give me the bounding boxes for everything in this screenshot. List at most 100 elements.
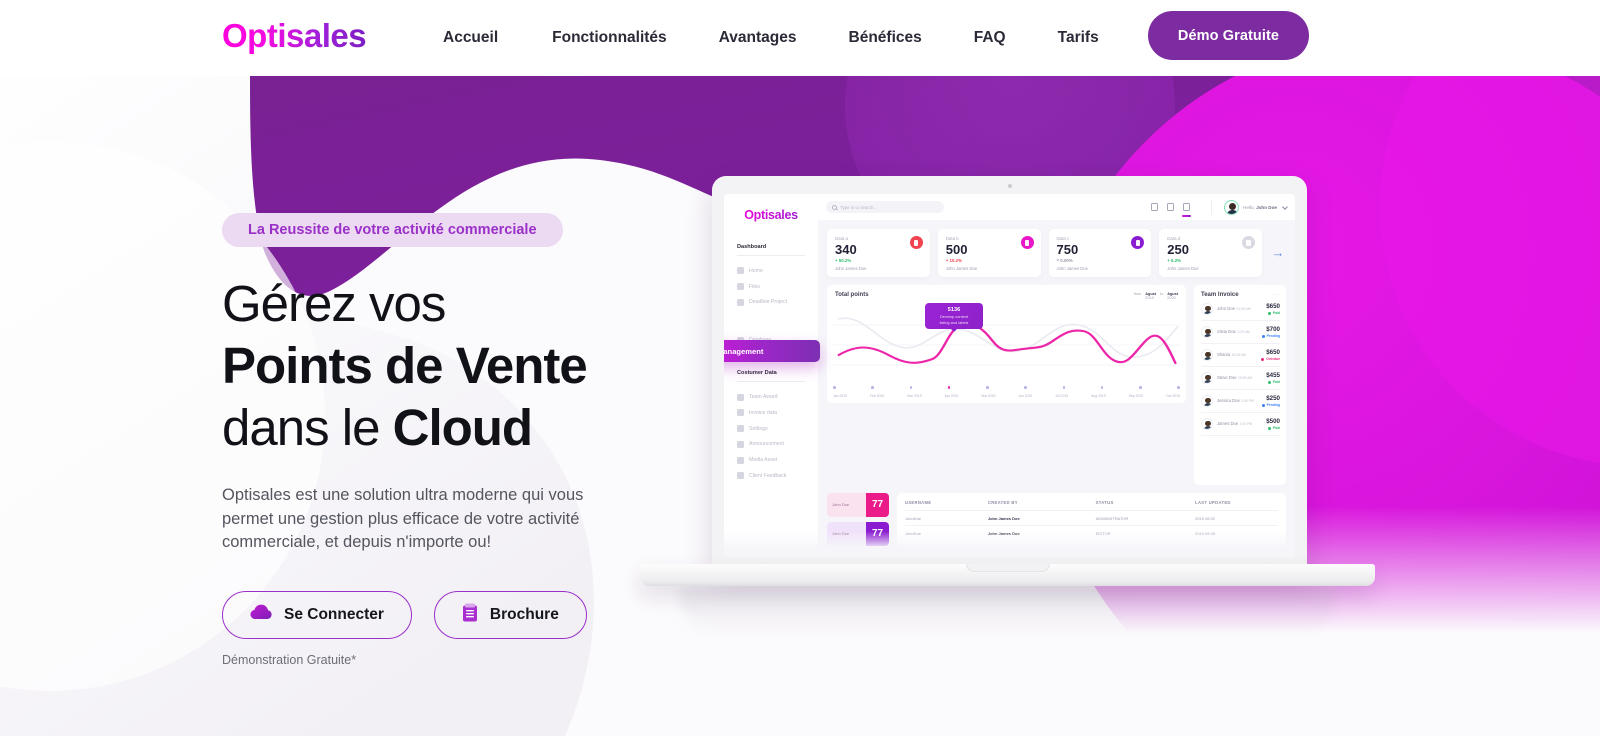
sidebar-section-dashboard: Dashboard	[737, 244, 767, 250]
more-options-icon[interactable]: ···	[1271, 292, 1280, 298]
laptop-shadow	[680, 586, 1335, 636]
invoice-name: John Doe	[1217, 305, 1235, 311]
cell-last-updated: 2019 08 05	[1195, 530, 1216, 536]
mini-card[interactable]: John Doe 77	[827, 492, 889, 517]
status-badge: Pending	[1261, 403, 1280, 407]
search-icon	[832, 204, 837, 210]
invoice-row[interactable]: Shania 10:28 AM $650 Overdue	[1201, 344, 1280, 367]
nav-item-fonctionnalites[interactable]: Fonctionnalités	[552, 23, 667, 53]
nav-item-accueil[interactable]: Accueil	[443, 23, 498, 53]
laptop-notch	[965, 564, 1050, 572]
chart-plot-area	[833, 311, 1180, 383]
sidebar-item-settings[interactable]: Settings	[724, 421, 818, 437]
invoice-row[interactable]: Steve Doe 10:28 AM $455 Paid	[1201, 367, 1280, 390]
topbar-icons: Hello, John Doe	[1151, 199, 1288, 217]
x-tick: Feb 2019	[869, 393, 885, 398]
range-from-label: from	[1133, 291, 1142, 296]
invoice-row[interactable]: Silvia Doe 1:20 AM $700 Pending	[1201, 321, 1280, 344]
invoice-row[interactable]: John Doe 01:00 AM $650 Paid	[1201, 298, 1280, 321]
chart-dot	[1100, 385, 1104, 389]
stat-delta: + 6.2%	[1167, 258, 1182, 263]
sidebar-label: Settings	[749, 425, 768, 432]
sidebar-item-team-award[interactable]: Team Award	[724, 389, 818, 405]
stat-subtitle: John James Doe	[1056, 265, 1088, 271]
chat-icon	[737, 472, 744, 480]
x-tick: Oct 2019	[1166, 393, 1180, 398]
demo-gratuite-button[interactable]: Démo Gratuite	[1148, 11, 1309, 60]
sidebar-label: Home	[749, 267, 763, 274]
dashboard-content: Data a 340 + 50.2% John James Doe Data b	[818, 220, 1295, 557]
invoice-amount-block: $250 Pending	[1261, 395, 1280, 407]
team-invoice-panel: Team Invoice ··· John Doe 01:00 AM $650 …	[1194, 284, 1286, 485]
table-row[interactable]: JohnDoe John James Doe EDITOR 2019 08 05	[905, 524, 1278, 540]
dashboard-user-menu[interactable]: Hello, John Doe	[1211, 199, 1288, 215]
mini-card[interactable]: John Doe 77	[827, 521, 889, 546]
sidebar-active-spacer	[724, 310, 818, 332]
next-cards-arrow-icon[interactable]: →	[1270, 229, 1286, 277]
stat-card[interactable]: Data a 340 + 50.2% John James Doe	[827, 229, 930, 277]
sidebar-item-client-feedback[interactable]: Client Feedback	[724, 468, 818, 484]
demo-note: Démonstration Gratuite*	[222, 652, 357, 667]
sidebar-item-deadline-project[interactable]: Deadline Project	[724, 295, 818, 311]
sidebar-item-files[interactable]: Files	[724, 279, 818, 295]
x-tick: Jul 2019	[1055, 393, 1069, 398]
nav-item-benefices[interactable]: Bénéfices	[849, 23, 922, 53]
dashboard-sidebar: Optisales Dashboard Home Files Deadline …	[724, 194, 820, 557]
mini-cards: John Doe 77 John Doe 77	[827, 492, 889, 546]
bell-icon[interactable]	[1151, 203, 1159, 211]
nav-item-tarifs[interactable]: Tarifs	[1058, 23, 1099, 53]
brochure-button[interactable]: Brochure	[433, 590, 587, 639]
clipboard-icon	[462, 603, 478, 627]
stat-card[interactable]: Data b 500 + 10.2% John James Doe	[937, 229, 1041, 277]
chart-dot	[1024, 385, 1027, 389]
cell-username: JohnDoe	[905, 515, 922, 521]
stat-card[interactable]: Data c 750 = 0.00% John James Doe	[1048, 229, 1152, 277]
nav-item-avantages[interactable]: Avantages	[719, 23, 797, 53]
invoice-name: Steve Doe	[1217, 374, 1237, 380]
cell-username: JohnDoe	[905, 530, 922, 536]
chart-dot	[871, 385, 874, 389]
sidebar-label: Deadline Project	[749, 299, 788, 306]
brand-logo[interactable]: Optisales	[222, 17, 367, 55]
sidebar-item-home[interactable]: Home	[724, 263, 818, 279]
stat-subtitle: John James Doe	[1167, 265, 1199, 271]
apps-icon[interactable]	[1167, 203, 1175, 211]
range-to-label: to	[1160, 291, 1164, 296]
invoice-row[interactable]: James Doe 3:10 PM $500 Paid	[1201, 413, 1280, 436]
sidebar-item-management[interactable]: Management	[724, 340, 820, 362]
chart-and-invoice-row: Total points from Agust 2019 to Agust 20…	[827, 284, 1286, 485]
dashboard-search-input[interactable]: Type in to search..	[826, 201, 944, 213]
landing-page: Optisales Accueil Fonctionnalités Avanta…	[0, 0, 1600, 736]
avatar	[1201, 417, 1213, 430]
invoice-amount: $455	[1266, 371, 1280, 379]
sidebar-item-media-asset[interactable]: Media Asset	[724, 452, 818, 468]
laptop-camera	[1007, 184, 1012, 188]
se-connecter-label: Se Connecter	[284, 605, 384, 623]
se-connecter-button[interactable]: Se Connecter	[222, 590, 412, 639]
chart-x-axis-labels: Jan 2019 Feb 2019 Mar 2019 Apr 2019 Mai …	[833, 394, 1180, 398]
users-table: USERNAME CREATED BY STATUS LAST UPDATED …	[897, 492, 1286, 547]
avatar	[1201, 302, 1213, 315]
invoice-person: Steve Doe 10:28 AM	[1217, 375, 1262, 381]
chart-date-range[interactable]: from Agust 2019 to Agust 2020	[1134, 292, 1178, 300]
nav-item-faq[interactable]: FAQ	[974, 23, 1006, 53]
invoice-row[interactable]: Jessica Doe 2:30 PM $250 Pending	[1201, 390, 1280, 413]
page-title: Gérez vos Points de Vente dans le Cloud	[222, 273, 652, 459]
files-icon	[737, 283, 744, 291]
sidebar-label: Invoice data	[749, 409, 777, 416]
invoice-amount: $650	[1266, 302, 1280, 310]
sidebar-item-announcement[interactable]: Announcement	[724, 436, 818, 452]
sidebar-item-invoice-data[interactable]: Invoice data	[724, 405, 818, 421]
status-badge: Paid	[1266, 426, 1280, 430]
stat-card[interactable]: Data d 250 + 6.2% John James Doe	[1159, 229, 1262, 277]
invoice-icon	[737, 409, 744, 417]
chevron-down-icon	[1282, 204, 1288, 210]
sidebar-section-costumer-data: Costumer Data	[737, 370, 777, 377]
table-row[interactable]: JohnDoe John James Doe ADMINISTRATOR 201…	[905, 509, 1278, 525]
profile-icon[interactable]	[1182, 203, 1192, 217]
megaphone-icon	[737, 440, 744, 448]
gear-icon	[737, 425, 744, 433]
chart-title: Total points	[835, 291, 869, 298]
invoice-amount-block: $650 Paid	[1266, 303, 1280, 316]
range-from: Agust 2019	[1145, 292, 1156, 300]
